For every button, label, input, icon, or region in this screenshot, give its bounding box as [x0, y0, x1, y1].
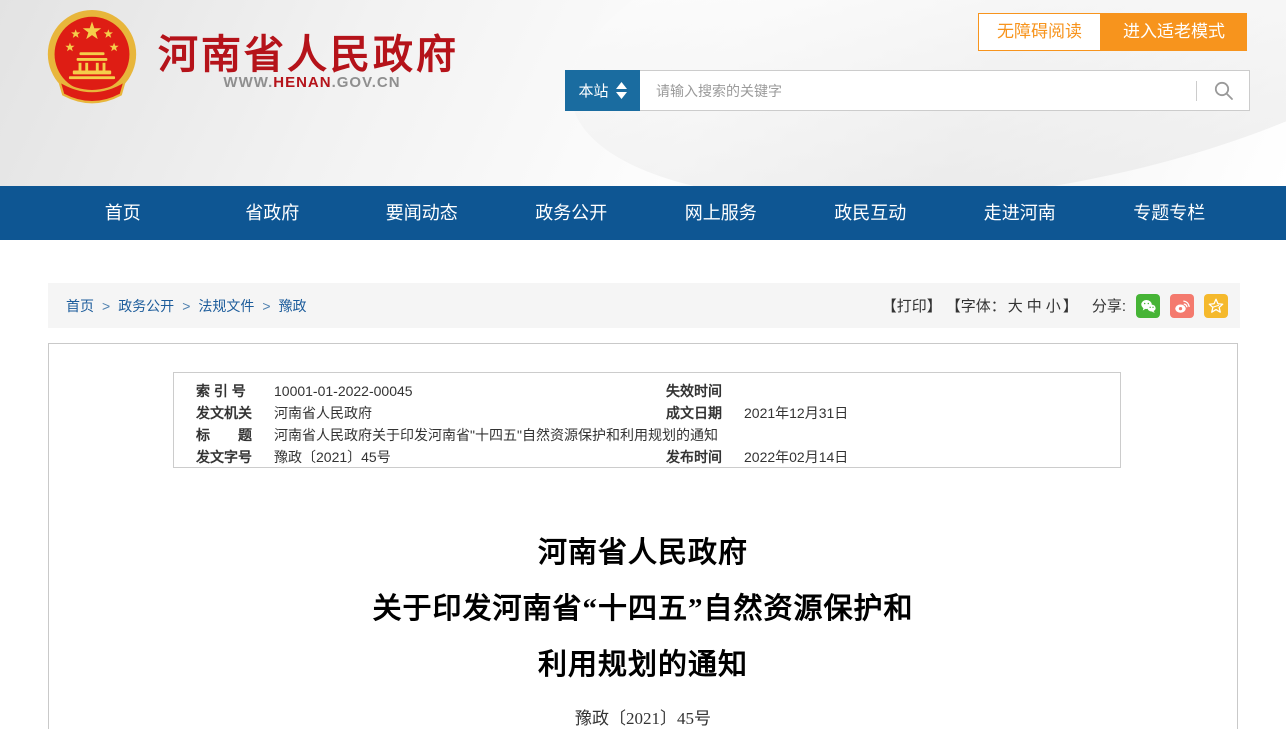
site-url-www: WWW. [223, 74, 274, 91]
meta-label-publish-date: 发布时间 [666, 449, 722, 465]
meta-row-doc-number: 发文字号 豫政〔2021〕45号 发布时间 2022年02月14日 [174, 446, 1120, 468]
meta-value-issuing-agency: 河南省人民政府 [274, 405, 372, 421]
nav-item-special-topics[interactable]: 专题专栏 [1095, 186, 1245, 240]
share-favorite-button[interactable] [1204, 293, 1228, 318]
share-weibo-button[interactable] [1170, 293, 1194, 318]
accessibility-reading-button[interactable]: 无障碍阅读 [978, 13, 1101, 51]
nav-item-gov-affairs[interactable]: 政务公开 [497, 186, 647, 240]
search-scope-label: 本站 [578, 83, 609, 100]
nav-item-about-henan[interactable]: 走进河南 [945, 186, 1095, 240]
print-button[interactable]: 【打印】 [882, 295, 942, 316]
search-icon[interactable] [1213, 80, 1235, 102]
site-url-rest: .GOV.CN [331, 74, 401, 91]
meta-label-index-number: 索 引 号 [196, 383, 246, 399]
breadcrumb-toolbar-row: 首页 > 政务公开 > 法规文件 > 豫政 【打印】 【字体：大中小】 分享: [48, 283, 1240, 328]
meta-label-doc-number: 发文字号 [196, 449, 252, 465]
document-title-line1: 河南省人民政府 [537, 537, 748, 569]
nav-item-news[interactable]: 要闻动态 [347, 186, 497, 240]
breadcrumb: 首页 > 政务公开 > 法规文件 > 豫政 [66, 296, 307, 316]
weibo-icon [1175, 299, 1190, 313]
meta-value-written-date: 2021年12月31日 [744, 405, 849, 421]
font-size-group: 【字体：大中小】 [946, 295, 1078, 316]
meta-value-doc-number: 豫政〔2021〕45号 [274, 449, 391, 465]
share-label: 分享: [1091, 298, 1126, 315]
meta-row-issuer: 发文机关 河南省人民政府 成文日期 2021年12月31日 [174, 402, 1120, 424]
site-title: 河南省人民政府 [158, 33, 459, 77]
meta-label-title: 标 题 [196, 427, 252, 443]
header-mode-buttons: 无障碍阅读 进入适老模式 [978, 13, 1247, 51]
breadcrumb-yuzheng[interactable]: 豫政 [279, 296, 307, 316]
search-scope-select[interactable]: 本站 [565, 70, 640, 111]
nav-item-home[interactable]: 首页 [48, 186, 198, 240]
national-emblem-icon [47, 10, 137, 104]
nav-item-interaction[interactable]: 政民互动 [796, 186, 946, 240]
share-wechat-button[interactable] [1136, 293, 1160, 318]
breadcrumb-separator: > [262, 297, 271, 314]
meta-label-issuing-agency: 发文机关 [196, 405, 252, 421]
document-title-line3: 利用规划的通知 [537, 649, 748, 681]
meta-row-index: 索 引 号 10001-01-2022-00045 失效时间 [174, 380, 1120, 402]
document-title: 河南省人民政府 关于印发河南省“十四五”自然资源保护和 利用规划的通知 [49, 525, 1237, 693]
search-input-wrap [640, 70, 1250, 111]
meta-label-expiry-date: 失效时间 [666, 383, 722, 399]
wechat-icon [1141, 299, 1156, 313]
nav-item-provincial-gov[interactable]: 省政府 [198, 186, 348, 240]
star-icon [1208, 298, 1224, 313]
nav-item-online-services[interactable]: 网上服务 [646, 186, 796, 240]
search-divider [1196, 81, 1197, 101]
search-bar: 本站 [565, 70, 1250, 111]
meta-label-written-date: 成文日期 [666, 405, 722, 421]
breadcrumb-separator: > [102, 297, 111, 314]
main-nav: 首页 省政府 要闻动态 政务公开 网上服务 政民互动 走进河南 专题专栏 [0, 186, 1286, 240]
elder-mode-button[interactable]: 进入适老模式 [1101, 13, 1247, 51]
updown-arrows-icon [615, 82, 627, 99]
breadcrumb-home[interactable]: 首页 [66, 296, 94, 316]
meta-row-title: 标 题 河南省人民政府关于印发河南省"十四五"自然资源保护和利用规划的通知 [174, 424, 1120, 446]
font-size-large-button[interactable]: 大 [1008, 298, 1023, 315]
document-title-line2: 关于印发河南省“十四五”自然资源保护和 [372, 593, 914, 625]
document-card: 索 引 号 10001-01-2022-00045 失效时间 发文机关 河南省人… [48, 343, 1238, 729]
site-url-henan: HENAN [273, 74, 332, 91]
search-input[interactable] [640, 71, 1249, 110]
font-size-medium-button[interactable]: 中 [1027, 298, 1042, 315]
site-header: 河南省人民政府 WWW.HENAN.GOV.CN 无障碍阅读 进入适老模式 本站 [0, 0, 1286, 186]
font-size-small-button[interactable]: 小 [1046, 298, 1061, 315]
document-number: 豫政〔2021〕45号 [575, 709, 711, 728]
main-nav-inner: 首页 省政府 要闻动态 政务公开 网上服务 政民互动 走进河南 专题专栏 [48, 186, 1244, 240]
font-group-suffix: 】 [1062, 298, 1078, 315]
breadcrumb-separator: > [182, 297, 191, 314]
font-group-prefix: 【字体： [945, 298, 1006, 315]
meta-value-expiry-date [744, 380, 1120, 402]
breadcrumb-gov-affairs[interactable]: 政务公开 [118, 296, 174, 316]
site-url: WWW.HENAN.GOV.CN [158, 74, 466, 91]
meta-value-publish-date: 2022年02月14日 [744, 449, 849, 465]
meta-value-title: 河南省人民政府关于印发河南省"十四五"自然资源保护和利用规划的通知 [274, 427, 718, 443]
page-toolbar: 【打印】 【字体：大中小】 分享: [882, 293, 1228, 318]
page: 河南省人民政府 WWW.HENAN.GOV.CN 无障碍阅读 进入适老模式 本站 [0, 0, 1286, 729]
breadcrumb-regulations[interactable]: 法规文件 [198, 296, 254, 316]
document-meta-table: 索 引 号 10001-01-2022-00045 失效时间 发文机关 河南省人… [173, 372, 1121, 468]
meta-value-index-number: 10001-01-2022-00045 [274, 383, 413, 399]
